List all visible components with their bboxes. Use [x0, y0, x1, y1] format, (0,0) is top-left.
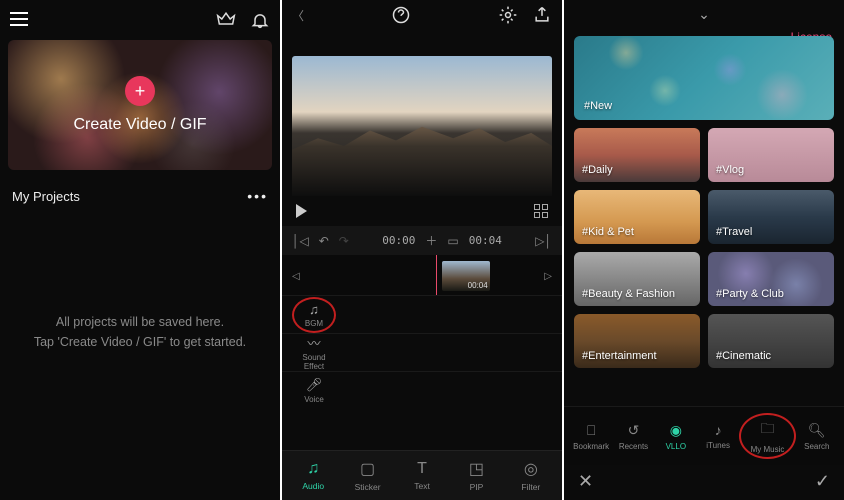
sound-label: Sound Effect [302, 354, 325, 372]
confirm-icon[interactable]: ✓ [815, 471, 830, 492]
time-current: 00:00 [382, 234, 415, 247]
projects-header: My Projects ••• [0, 178, 280, 214]
vllo-icon: ◉ [670, 422, 682, 439]
text-icon: T [417, 460, 427, 478]
tool-pip[interactable]: ◳ PIP [449, 459, 503, 492]
category-kid-pet[interactable]: #Kid & Pet [574, 190, 700, 244]
empty-line-1: All projects will be saved here. [56, 312, 224, 332]
share-icon[interactable] [532, 5, 552, 25]
layer-voice[interactable]: 🎤︎ Voice [282, 371, 562, 409]
category-travel[interactable]: #Travel [708, 190, 834, 244]
soundwave-icon: 〰 [307, 333, 320, 352]
category-cinematic[interactable]: #Cinematic [708, 314, 834, 368]
crown-icon[interactable] [216, 9, 236, 29]
category-beauty[interactable]: #Beauty & Fashion [574, 252, 700, 306]
layer-bgm[interactable]: ♫ BGM [282, 295, 562, 333]
track-right-icon[interactable]: ▷ [544, 271, 552, 282]
create-video-button[interactable]: + Create Video / GIF [8, 40, 272, 170]
clock-icon: ↺ [628, 422, 640, 439]
fullscreen-icon[interactable] [534, 204, 548, 218]
tool-text[interactable]: T Text [395, 460, 449, 491]
chevron-down-icon[interactable]: ⌄ [698, 6, 710, 23]
video-preview[interactable] [292, 56, 552, 196]
tab-itunes[interactable]: ♪ iTunes [697, 422, 739, 450]
audio-icon: ♫ [307, 460, 319, 478]
category-daily[interactable]: #Daily [574, 128, 700, 182]
folder-icon: 🗀 [760, 418, 774, 442]
tab-bookmark[interactable]: ⎕ Bookmark [570, 422, 612, 451]
category-party[interactable]: #Party & Club [708, 252, 834, 306]
pip-icon: ◳ [469, 459, 484, 479]
undo-icon[interactable]: ↶ [319, 234, 329, 248]
preview-controls [282, 200, 562, 226]
home-panel: + Create Video / GIF My Projects ••• All… [0, 0, 280, 500]
tab-my-music[interactable]: 🗀 My Music [739, 413, 795, 459]
time-total: 00:04 [469, 234, 502, 247]
playhead[interactable] [436, 255, 437, 295]
empty-line-2: Tap 'Create Video / GIF' to get started. [34, 332, 246, 352]
menu-icon[interactable] [10, 12, 28, 26]
category-vlog[interactable]: #Vlog [708, 128, 834, 182]
back-icon[interactable]: 〈 [292, 7, 304, 24]
sticker-icon: ▢ [360, 459, 375, 479]
itunes-icon: ♪ [715, 422, 722, 438]
video-clip[interactable]: 00:04 [442, 261, 490, 291]
music-tab-bar: ⎕ Bookmark ↺ Recents ◉ VLLO ♪ iTunes 🗀 M… [564, 406, 844, 465]
track-left-icon[interactable]: ◁ [292, 271, 300, 282]
play-icon[interactable] [296, 204, 307, 218]
mic-icon: 🎤︎ [306, 377, 323, 393]
gear-icon[interactable] [498, 5, 518, 25]
plus-icon: + [125, 76, 155, 106]
editor-toolbar: ♫ Audio ▢ Sticker T Text ◳ PIP ◎ Filter [282, 450, 562, 500]
category-grid: #New #Daily #Vlog #Kid & Pet #Travel #Be… [564, 28, 844, 406]
cancel-icon[interactable]: ✕ [578, 471, 593, 492]
tool-sticker[interactable]: ▢ Sticker [340, 459, 394, 492]
add-clip-icon[interactable]: ＋ [425, 232, 437, 249]
layer-sound-effect[interactable]: 〰 Sound Effect [282, 333, 562, 371]
timeline-controls: │◁ ↶ ↷ 00:00 ＋ ▭ 00:04 ▷│ [282, 226, 562, 255]
editor-top-bar: 〈 [282, 0, 562, 30]
editor-panel: 〈 │◁ ↶ ↷ 00:00 ＋ ▭ 00:04 ▷│ ◁ [282, 0, 562, 500]
skip-start-icon[interactable]: │◁ [292, 234, 309, 248]
music-bottom-bar: ✕ ✓ [564, 465, 844, 500]
category-entertainment[interactable]: #Entertainment [574, 314, 700, 368]
projects-title: My Projects [12, 189, 80, 204]
create-label: Create Video / GIF [73, 116, 206, 134]
bgm-label: BGM [305, 319, 323, 328]
tool-audio[interactable]: ♫ Audio [286, 460, 340, 491]
category-new[interactable]: #New [574, 36, 834, 120]
help-icon[interactable] [391, 5, 411, 25]
aspect-icon[interactable]: ▭ [447, 234, 458, 248]
search-icon: 🔍︎ [808, 422, 826, 439]
music-panel: ⌄ License #New #Daily #Vlog #Kid & Pet #… [564, 0, 844, 500]
more-icon[interactable]: ••• [247, 188, 268, 204]
projects-empty-state: All projects will be saved here. Tap 'Cr… [0, 214, 280, 500]
music-top-bar: ⌄ [564, 0, 844, 28]
skip-end-icon[interactable]: ▷│ [535, 234, 552, 248]
voice-label: Voice [304, 395, 324, 404]
bookmark-icon: ⎕ [587, 422, 595, 439]
clip-duration: 00:04 [468, 281, 488, 290]
tab-vllo[interactable]: ◉ VLLO [655, 422, 697, 451]
music-note-icon: ♫ [309, 302, 319, 317]
tab-recents[interactable]: ↺ Recents [612, 422, 654, 451]
filter-icon: ◎ [524, 459, 538, 479]
tab-search[interactable]: 🔍︎ Search [796, 422, 838, 451]
home-top-bar [0, 0, 280, 38]
tool-filter[interactable]: ◎ Filter [504, 459, 558, 492]
bell-icon[interactable] [250, 9, 270, 29]
timeline-track[interactable]: ◁ 00:04 ▷ [282, 255, 562, 295]
redo-icon[interactable]: ↷ [339, 234, 349, 248]
